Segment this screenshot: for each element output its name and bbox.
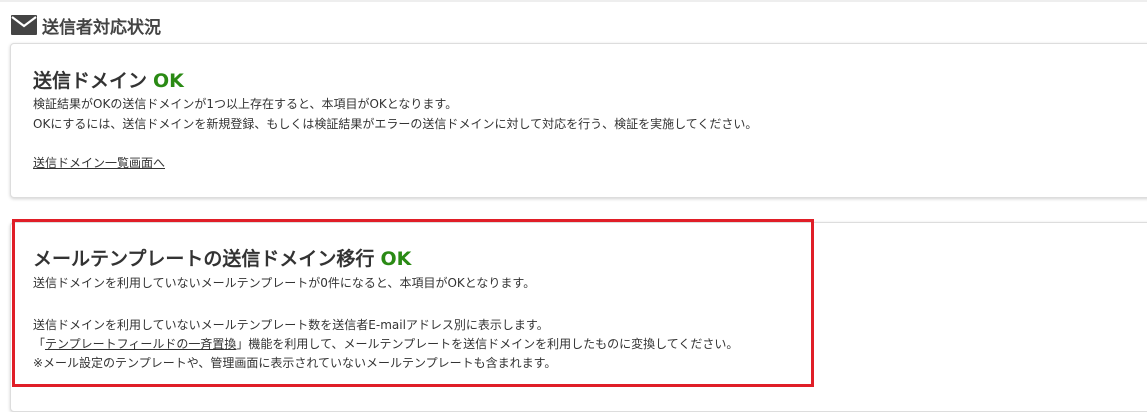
template-migration-desc-1: 送信ドメインを利用していないメールテンプレートが0件になると、本項目がOKとなり… — [33, 276, 536, 290]
template-migration-title: メールテンプレートの送信ドメイン移行 — [33, 248, 375, 270]
sending-domain-status: OK — [153, 70, 184, 92]
template-migration-desc-4: ※メール設定のテンプレートや、管理画面に表示されていないメールテンプレートも含ま… — [33, 356, 557, 370]
template-migration-desc-3: 「テンプレートフィールドの一斉置換」機能を利用して、メールテンプレートを送信ドメ… — [33, 335, 738, 353]
template-field-bulk-replace-link[interactable]: テンプレートフィールドの一斉置換 — [45, 337, 236, 351]
section-title: 送信者対応状況 — [42, 17, 161, 38]
section-header: 送信者対応状況 — [10, 12, 161, 38]
template-migration-status: OK — [380, 248, 412, 270]
top-divider — [0, 0, 1147, 2]
sending-domain-heading: 送信ドメイン OK — [33, 66, 184, 93]
sending-domain-desc-2: OKにするには、送信ドメインを新規登録、もしくは検証結果がエラーの送信ドメインに… — [33, 117, 758, 131]
template-domain-migration-card: メールテンプレートの送信ドメイン移行 OK 送信ドメインを利用していないメールテン… — [10, 222, 1147, 412]
sending-domain-card: 送信ドメイン OK 検証結果がOKの送信ドメインが1つ以上存在すると、本項目がOK… — [10, 43, 1147, 198]
template-migration-desc-3-suffix: 」機能を利用して、メールテンプレートを送信ドメインを利用したものに変換してくださ… — [236, 337, 739, 351]
template-migration-desc-2: 送信ドメインを利用していないメールテンプレート数を送信者E-mailアドレス別に… — [33, 318, 549, 332]
sending-domain-title: 送信ドメイン — [33, 70, 148, 92]
template-migration-heading: メールテンプレートの送信ドメイン移行 OK — [33, 244, 411, 271]
sending-domain-list-link[interactable]: 送信ドメイン一覧画面へ — [33, 156, 165, 170]
sending-domain-desc-1: 検証結果がOKの送信ドメインが1つ以上存在すると、本項目がOKとなります。 — [33, 97, 458, 111]
mail-icon — [10, 14, 38, 36]
bracket-open: 「 — [33, 337, 46, 351]
